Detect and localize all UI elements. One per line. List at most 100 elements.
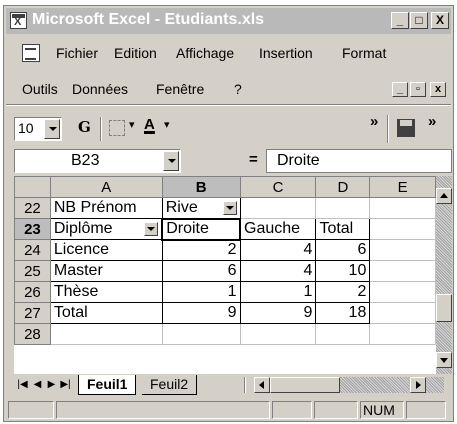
- scroll-thumb[interactable]: [436, 294, 452, 322]
- table-row: 24 Licence 2 4 6: [14, 239, 436, 261]
- cell[interactable]: 10: [315, 260, 371, 282]
- cell[interactable]: [369, 239, 436, 261]
- cell[interactable]: [49, 323, 163, 345]
- menu-affichage[interactable]: Affichage: [176, 45, 234, 61]
- pivot-page-field[interactable]: Rive: [161, 197, 241, 219]
- menu-help[interactable]: ?: [234, 81, 242, 97]
- cell[interactable]: [369, 302, 436, 324]
- save-icon[interactable]: [397, 119, 415, 137]
- pivot-row-field[interactable]: Diplôme: [49, 218, 163, 240]
- menu-donnees[interactable]: Données: [72, 81, 128, 97]
- active-cell[interactable]: Droite: [161, 217, 242, 241]
- toolbar-overflow-icon[interactable]: »: [370, 113, 378, 130]
- close-button[interactable]: X: [431, 12, 449, 29]
- cell[interactable]: NB Prénom: [49, 197, 163, 219]
- column-header-e[interactable]: E: [369, 176, 436, 198]
- cell[interactable]: Thèse: [49, 281, 163, 303]
- cell[interactable]: [369, 281, 436, 303]
- scroll-right-button[interactable]: [410, 377, 426, 393]
- font-color-dropdown-icon[interactable]: ▾: [164, 118, 170, 131]
- scroll-left-button[interactable]: [254, 377, 270, 393]
- tab-split-handle[interactable]: [244, 377, 246, 393]
- column-header-c[interactable]: C: [239, 176, 317, 198]
- cell[interactable]: Gauche: [239, 218, 317, 240]
- minimize-button[interactable]: _: [391, 12, 409, 29]
- cell[interactable]: 6: [161, 260, 241, 282]
- cell[interactable]: 9: [239, 302, 317, 324]
- cell[interactable]: Total: [49, 302, 163, 324]
- row-header[interactable]: 28: [14, 323, 51, 345]
- cell[interactable]: [369, 323, 436, 345]
- horizontal-scrollbar[interactable]: [254, 377, 444, 393]
- cell[interactable]: 9: [161, 302, 241, 324]
- doc-close-button[interactable]: x: [430, 82, 446, 97]
- borders-dropdown-icon[interactable]: ▾: [129, 118, 135, 131]
- title-bar[interactable]: Microsoft Excel - Etudiants.xls _ □ X: [6, 8, 451, 34]
- bold-button[interactable]: G: [78, 118, 91, 136]
- pivot-field-label: Diplôme: [53, 220, 113, 237]
- cell[interactable]: 6: [315, 239, 371, 261]
- maximize-button[interactable]: □: [410, 12, 428, 29]
- toolbar-overflow-icon-2[interactable]: »: [428, 113, 436, 130]
- chevron-down-icon[interactable]: [44, 119, 60, 139]
- doc-minimize-button[interactable]: _: [392, 82, 408, 97]
- column-header-d[interactable]: D: [315, 176, 371, 198]
- row-header[interactable]: 25: [14, 260, 51, 282]
- cell[interactable]: 2: [161, 239, 241, 261]
- next-sheet-icon[interactable]: ▶: [45, 377, 58, 392]
- menu-format[interactable]: Format: [342, 45, 386, 61]
- tab-feuil2[interactable]: Feuil2: [142, 375, 198, 395]
- font-size-combo[interactable]: 10: [14, 117, 62, 141]
- last-sheet-icon[interactable]: ▶|: [59, 377, 72, 392]
- menu-fenetre[interactable]: Fenêtre: [156, 81, 204, 97]
- column-header-b[interactable]: B: [161, 176, 241, 198]
- excel-window: Microsoft Excel - Etudiants.xls _ □ X Fi…: [3, 5, 454, 422]
- workbook-control-icon[interactable]: [22, 44, 40, 62]
- font-color-button[interactable]: A: [144, 116, 155, 133]
- first-sheet-icon[interactable]: |◀: [16, 377, 29, 392]
- cell[interactable]: [315, 323, 371, 345]
- select-all-button[interactable]: [14, 176, 51, 198]
- excel-app-icon[interactable]: [10, 12, 27, 29]
- cell[interactable]: 2: [315, 281, 371, 303]
- menu-fichier[interactable]: Fichier: [56, 45, 98, 61]
- cell[interactable]: Total: [315, 218, 371, 240]
- menu-edition[interactable]: Edition: [114, 45, 157, 61]
- tab-feuil1[interactable]: Feuil1: [78, 375, 137, 395]
- row-header[interactable]: 22: [14, 197, 51, 219]
- cell[interactable]: [239, 197, 317, 219]
- menu-insertion[interactable]: Insertion: [259, 45, 313, 61]
- formula-input[interactable]: Droite: [266, 149, 452, 173]
- cell[interactable]: [315, 197, 371, 219]
- cell[interactable]: 1: [239, 281, 317, 303]
- scroll-down-button[interactable]: [436, 352, 452, 368]
- cell[interactable]: [369, 218, 436, 240]
- chevron-down-icon[interactable]: [144, 222, 159, 236]
- cell[interactable]: Master: [49, 260, 163, 282]
- doc-restore-button[interactable]: ▫: [410, 82, 426, 97]
- borders-icon[interactable]: [109, 120, 125, 136]
- name-box[interactable]: B23: [14, 149, 181, 173]
- cell[interactable]: 1: [161, 281, 241, 303]
- cell[interactable]: [239, 323, 317, 345]
- cell[interactable]: 4: [239, 239, 317, 261]
- cell[interactable]: 4: [239, 260, 317, 282]
- cell[interactable]: [369, 260, 436, 282]
- chevron-down-icon[interactable]: [163, 151, 179, 171]
- prev-sheet-icon[interactable]: ◀: [31, 377, 44, 392]
- cell[interactable]: 18: [315, 302, 371, 324]
- row-header[interactable]: 26: [14, 281, 51, 303]
- chevron-down-icon[interactable]: [222, 200, 237, 215]
- scroll-up-button[interactable]: [436, 188, 452, 204]
- cell[interactable]: Licence: [49, 239, 163, 261]
- row-header[interactable]: 23: [14, 218, 51, 240]
- worksheet-grid[interactable]: A B C D E 22 NB Prénom Rive 23 Diplôme D…: [14, 176, 436, 374]
- menu-outils[interactable]: Outils: [22, 81, 58, 97]
- hscroll-thumb[interactable]: [270, 377, 340, 393]
- vertical-scrollbar[interactable]: [436, 176, 452, 374]
- cell[interactable]: [369, 197, 436, 219]
- column-header-a[interactable]: A: [49, 176, 163, 198]
- row-header[interactable]: 24: [14, 239, 51, 261]
- cell[interactable]: [161, 323, 241, 345]
- row-header[interactable]: 27: [14, 302, 51, 324]
